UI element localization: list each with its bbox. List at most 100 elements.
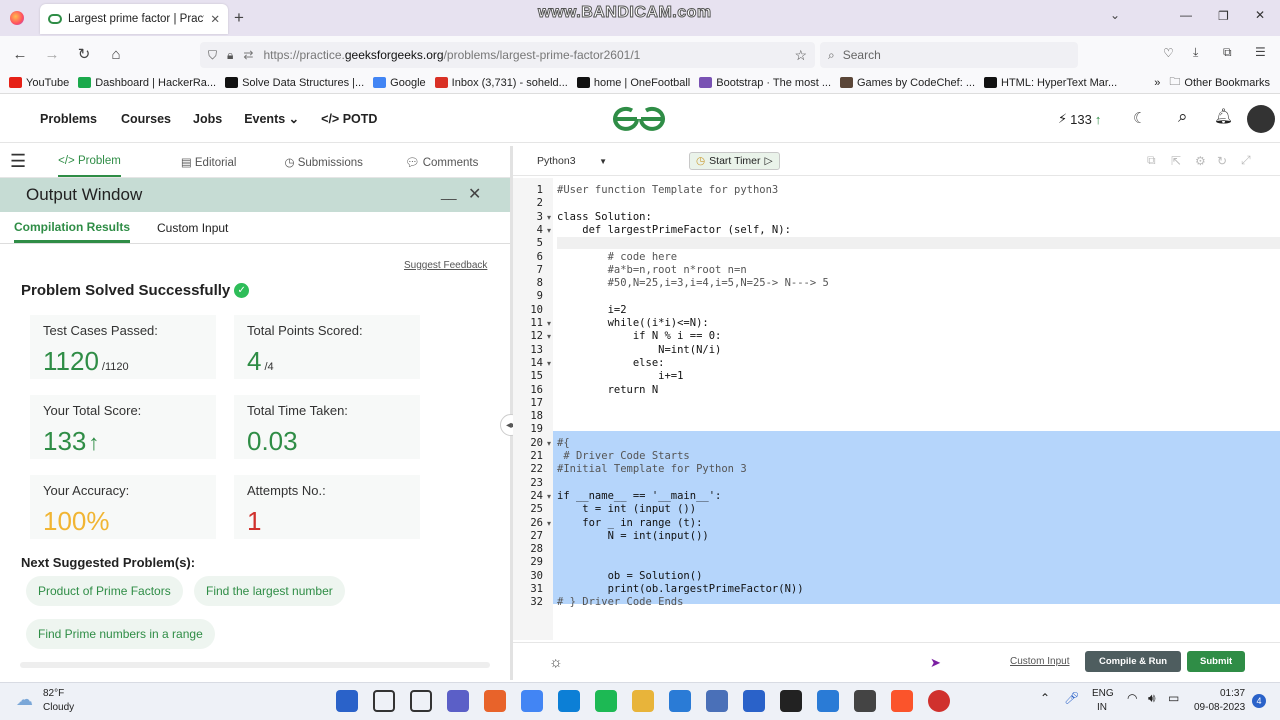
tab-compilation-results[interactable]: Compilation Results [14,212,131,243]
tab-submissions[interactable]: ◷ Submissions [284,155,362,169]
forward-icon[interactable]: → [38,40,66,68]
bookmark-item[interactable]: Google [373,77,426,89]
terminal-icon[interactable] [780,690,802,712]
bookmark-item[interactable]: YouTube [9,77,69,89]
fold-arrow-icon[interactable]: ▾ [547,332,551,341]
bulb-icon[interactable]: ☼ [549,654,563,671]
start-timer-button[interactable]: ◷ Start Timer ▷ [689,151,780,170]
folder-icon[interactable] [632,690,654,712]
compile-run-button[interactable]: Compile & Run [1085,651,1182,672]
menu-icon[interactable]: ☰ [1255,45,1266,59]
reload-icon[interactable]: ↻ [70,40,98,68]
search-icon[interactable]: ⌕ [1178,107,1188,127]
tab-problem[interactable]: </> Problem [58,147,121,177]
calculator-icon[interactable] [706,690,728,712]
lang-indicator[interactable]: ENG [1092,688,1114,699]
bookmarks-overflow-icon[interactable]: » [1154,77,1160,89]
suggestion-product-of-prime-factors[interactable]: Product of Prime Factors [26,576,183,606]
fold-arrow-icon[interactable]: ▾ [547,359,551,368]
bookmark-star-icon[interactable]: ☆ [794,47,807,64]
fold-arrow-icon[interactable]: ▾ [547,226,551,235]
edge-icon[interactable] [558,690,580,712]
bookmark-item[interactable]: HTML: HyperText Mar... [984,77,1117,89]
back-icon[interactable]: ← [6,40,34,68]
chrome-icon[interactable] [521,690,543,712]
copy-icon[interactable]: ⧉ [1147,153,1156,168]
notification-badge[interactable]: 4 [1252,694,1266,708]
bookmark-item[interactable]: Inbox (3,731) - soheld... [434,77,568,89]
bandicam-icon[interactable] [928,690,950,712]
avatar[interactable] [1247,105,1275,133]
tab-comments[interactable]: 💬︎ Comments [405,155,478,169]
home-icon[interactable]: ⌂ [102,40,130,68]
theme-toggle-icon[interactable]: ☾ [1133,109,1146,127]
expand-icon[interactable]: ⇱ [1171,154,1181,168]
suggestion-find-prime-numbers[interactable]: Find Prime numbers in a range [26,619,215,649]
chevron-up-icon[interactable]: ⌃ [1040,691,1050,705]
nav-courses[interactable]: Courses [121,112,171,126]
brave-icon[interactable] [891,690,913,712]
battery-icon[interactable]: ▭ [1168,691,1179,705]
nav-potd[interactable]: </> POTD [321,112,377,126]
bell-icon[interactable]: 🔔︎ [1214,107,1233,125]
other-bookmarks[interactable]: 🗀︎ Other Bookmarks [1169,73,1270,92]
submit-button[interactable]: Submit [1187,651,1246,672]
fold-arrow-icon[interactable]: ▾ [547,319,551,328]
search-field[interactable]: ⌕ Search [820,42,1078,68]
hamburger-icon[interactable]: ☰ [10,151,26,172]
firefox-icon[interactable] [10,11,24,25]
nav-events[interactable]: Events ⌄ [244,111,299,126]
language-select[interactable]: Python3 ▼ [537,155,607,167]
url-bar[interactable]: ⛉ 🔒︎ ⇄ https://practice.geeksforgeeks.or… [200,42,815,68]
microphone-icon[interactable]: 🎤︎ [1064,691,1079,705]
search-icon[interactable] [373,690,395,712]
custom-input-link[interactable]: Custom Input [1010,656,1069,667]
settings-icon[interactable]: ⚙ [1195,154,1206,168]
bookmark-item[interactable]: Games by CodeChef: ... [840,77,975,89]
downloads-icon[interactable]: ⤓ [1193,45,1198,60]
browser-tab-active[interactable]: Largest prime factor | Practice | ✕ [40,4,228,34]
tab-custom-input[interactable]: Custom Input [157,221,228,235]
spotify-icon[interactable] [595,690,617,712]
fullscreen-icon[interactable]: ⤢ [1241,153,1251,168]
firefox-icon[interactable] [484,690,506,712]
suggestion-find-largest-number[interactable]: Find the largest number [194,576,345,606]
fold-arrow-icon[interactable]: ▾ [547,519,551,528]
wifi-icon[interactable]: ◠ [1127,691,1137,705]
nav-jobs[interactable]: Jobs [193,112,222,126]
vscode-icon[interactable] [669,690,691,712]
suggest-feedback-link[interactable]: Suggest Feedback [404,260,487,271]
windows-start-icon[interactable] [336,690,358,712]
wordpress-icon[interactable] [743,690,765,712]
fold-arrow-icon[interactable]: ▾ [547,439,551,448]
new-tab-icon[interactable]: + [234,8,244,28]
gfg-logo[interactable] [611,106,667,132]
bookmark-item[interactable]: Dashboard | HackerRa... [78,77,216,89]
left-scrollbar[interactable] [20,662,490,668]
nav-problems[interactable]: Problems [40,112,97,126]
tab-close-icon[interactable]: ✕ [210,12,220,26]
fold-arrow-icon[interactable]: ▾ [547,213,551,222]
minimize-output-button[interactable]: __ [441,184,457,200]
teams-icon[interactable] [447,690,469,712]
bookmark-item[interactable]: Bootstrap · The most ... [699,77,831,89]
tab-list-icon[interactable]: ⌄ [1110,8,1120,22]
close-output-icon[interactable]: ✕ [468,184,481,204]
close-window-icon[interactable]: ✕ [1255,8,1265,22]
bookmark-item[interactable]: home | OneFootball [576,77,690,89]
minimize-window-icon[interactable]: — [1180,8,1192,22]
notepad-icon[interactable] [817,690,839,712]
code-editor[interactable]: #User function Template for python3 class… [553,178,1280,640]
tab-editorial[interactable]: ▤ Editorial [181,155,237,169]
volume-icon[interactable]: 🔊︎ [1148,691,1156,706]
extensions-icon[interactable]: ⧉ [1223,45,1232,60]
fold-arrow-icon[interactable]: ▾ [547,492,551,501]
bookmark-item[interactable]: Solve Data Structures |... [225,77,364,89]
clock-time[interactable]: 01:37 [1220,688,1245,699]
pocket-icon[interactable]: ♡ [1163,46,1174,60]
restore-window-icon[interactable]: ❐ [1218,9,1229,23]
reset-icon[interactable]: ↻ [1217,154,1227,168]
app-icon[interactable] [854,690,876,712]
file-explorer-icon[interactable] [410,690,432,712]
streak-counter[interactable]: ⚡︎ 133 ↑ [1058,111,1101,127]
